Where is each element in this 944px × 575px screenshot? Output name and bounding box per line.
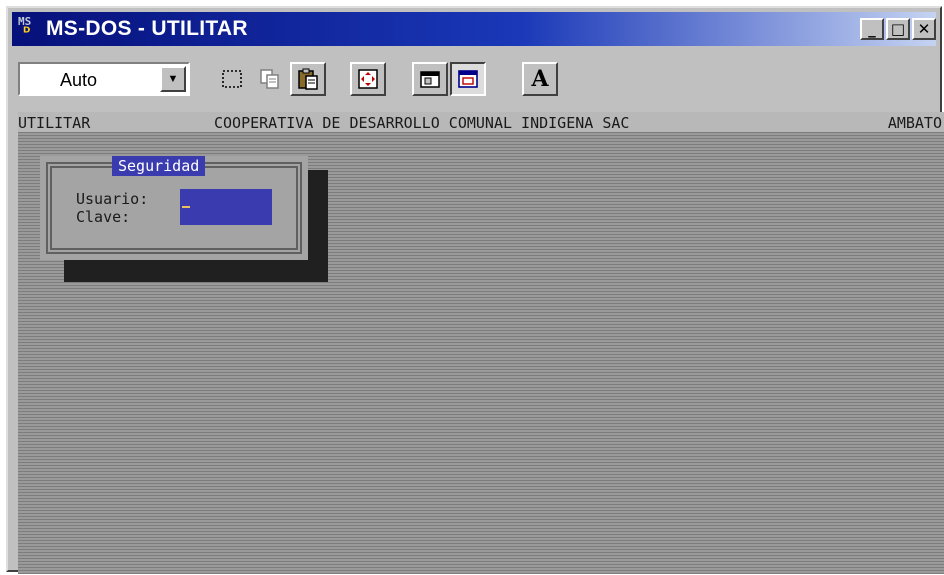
dos-header-center: COOPERATIVA DE DESARROLLO COMUNAL INDIGE… (214, 114, 630, 132)
window-title: MS-DOS - UTILITAR (46, 17, 248, 40)
fullscreen-button[interactable] (350, 62, 386, 96)
background-button[interactable] (450, 62, 486, 96)
mark-icon (222, 70, 242, 88)
copy-button[interactable] (252, 62, 288, 96)
font-button[interactable]: A (522, 62, 558, 96)
maximize-button[interactable]: □ (886, 18, 910, 40)
font-size-value: Auto (60, 70, 98, 90)
password-label: Clave: (76, 208, 131, 226)
copy-icon (260, 69, 279, 89)
chevron-down-icon[interactable]: ▼ (160, 66, 186, 92)
font-size-select[interactable]: Auto ▼ (18, 62, 190, 96)
minimize-button[interactable]: _ (860, 18, 884, 40)
msdos-app-icon[interactable]: MS ᴰ (18, 15, 42, 41)
dos-screen[interactable]: UTILITAR COOPERATIVA DE DESARROLLO COMUN… (18, 112, 944, 574)
msdos-window: MS ᴰ MS-DOS - UTILITAR _ □ ✕ Auto ▼ A UT… (6, 6, 944, 574)
dialog-title: Seguridad (112, 156, 206, 176)
toolbar: Auto ▼ A (12, 54, 936, 104)
window-controls: _ □ ✕ (860, 18, 936, 40)
properties-button[interactable] (412, 62, 448, 96)
close-button[interactable]: ✕ (912, 18, 936, 40)
font-icon: A (531, 66, 549, 92)
title-bar[interactable]: MS ᴰ MS-DOS - UTILITAR _ □ ✕ (12, 12, 936, 46)
text-cursor (182, 206, 190, 208)
background-icon (458, 70, 478, 88)
dos-header-bar: UTILITAR COOPERATIVA DE DESARROLLO COMUN… (18, 112, 944, 132)
user-label: Usuario: (76, 190, 149, 208)
mark-button[interactable] (214, 62, 250, 96)
icon-text-bottom: ᴰ (23, 25, 31, 41)
credentials-input-field[interactable] (180, 189, 272, 225)
dos-header-right: AMBATO (887, 114, 942, 132)
properties-icon (420, 71, 440, 88)
dos-header-left: UTILITAR (18, 114, 91, 132)
fullscreen-icon (358, 69, 378, 89)
security-dialog: Seguridad Usuario: Clave: (40, 156, 308, 260)
paste-button[interactable] (290, 62, 326, 96)
paste-icon (298, 68, 318, 90)
